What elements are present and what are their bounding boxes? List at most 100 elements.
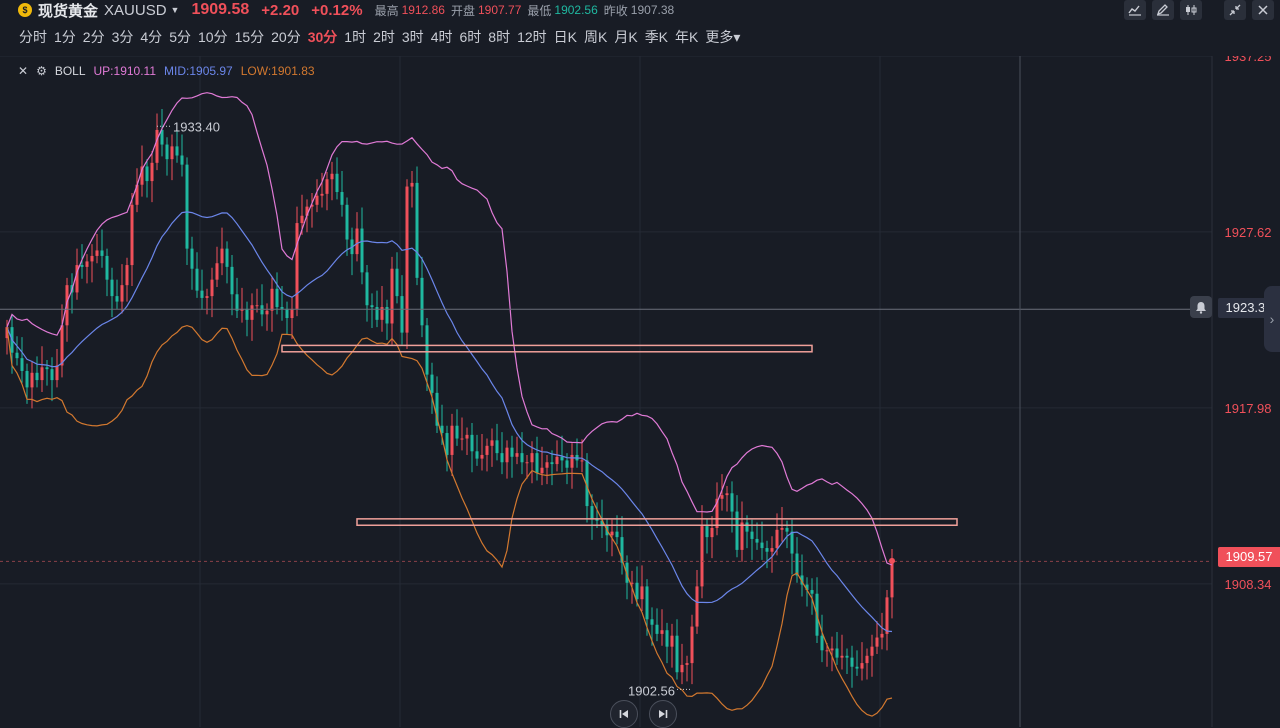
- candle-body: [105, 255, 109, 280]
- candle-body: [165, 144, 169, 160]
- last-price: 1909.58: [191, 1, 250, 18]
- timeframe-item[interactable]: 8时: [488, 27, 510, 47]
- timeframe-item[interactable]: 年K: [675, 27, 698, 47]
- candle-body: [490, 440, 494, 446]
- y-axis-tick-label: 1908.34: [1225, 577, 1272, 592]
- candle-body: [205, 296, 209, 298]
- candle-body: [285, 308, 289, 319]
- candle-body: [650, 619, 654, 625]
- candle-body: [645, 586, 649, 620]
- y-axis-tick-label: 1937.25: [1225, 56, 1272, 64]
- candle-body: [155, 129, 159, 163]
- timeframe-item[interactable]: 20分: [271, 27, 301, 47]
- timeframe-item[interactable]: 4分: [140, 27, 162, 47]
- line-chart-icon[interactable]: [1124, 0, 1146, 20]
- indicator-settings-icon[interactable]: ⚙: [36, 64, 47, 78]
- candle-body: [465, 434, 469, 439]
- timeframe-more[interactable]: 更多▾: [705, 27, 740, 47]
- candle-body: [850, 657, 854, 667]
- candle-body: [695, 586, 699, 627]
- boll-lower-line: [6, 324, 893, 717]
- price-zone-box: [281, 344, 813, 353]
- candle-body: [455, 425, 459, 439]
- candle-body: [780, 527, 784, 530]
- timeframe-item[interactable]: 日K: [554, 27, 577, 47]
- timeframe-item[interactable]: 月K: [614, 27, 637, 47]
- candle-body: [150, 162, 154, 182]
- gold-coin-icon: $: [18, 3, 32, 17]
- timeframe-item[interactable]: 12时: [517, 27, 547, 47]
- candle-body: [760, 542, 764, 549]
- boll-legend: ✕ ⚙ BOLL UP:1910.11 MID:1905.97 LOW:1901…: [18, 62, 315, 80]
- timeframe-item[interactable]: 5分: [169, 27, 191, 47]
- candle-body: [315, 195, 319, 205]
- candle-body: [320, 193, 324, 196]
- timeframe-item[interactable]: 30分: [308, 27, 338, 47]
- scroll-to-start-button[interactable]: [610, 700, 638, 728]
- candle-body: [125, 265, 129, 286]
- close-icon[interactable]: [1252, 0, 1274, 20]
- close-indicator-icon[interactable]: ✕: [18, 64, 28, 78]
- timeframe-item[interactable]: 15分: [235, 27, 265, 47]
- candle-body: [855, 666, 859, 669]
- timeframe-item[interactable]: 6时: [459, 27, 481, 47]
- candle-body: [260, 305, 264, 315]
- candle-body: [405, 186, 409, 333]
- candle-body: [655, 624, 659, 634]
- candle-body: [200, 290, 204, 298]
- candle-body: [30, 372, 34, 388]
- candle-body: [190, 248, 194, 269]
- timeframe-item[interactable]: 3分: [112, 27, 134, 47]
- candle-body: [475, 451, 479, 459]
- candle-body: [840, 655, 844, 658]
- candle-body: [705, 526, 709, 538]
- candle-body: [35, 372, 39, 381]
- candle-body: [675, 635, 679, 673]
- timeframe-item[interactable]: 2分: [83, 27, 105, 47]
- candle-body: [740, 522, 744, 550]
- candle-body: [355, 228, 359, 255]
- chart-toolbar: [1124, 0, 1274, 20]
- candle-body: [700, 526, 704, 587]
- boll-name: BOLL: [54, 64, 86, 78]
- low-label: 最低: [527, 3, 552, 18]
- timeframe-item[interactable]: 10分: [198, 27, 228, 47]
- candlestick-chart[interactable]: 1937.25 1927.62 1917.98 1908.34 1933.40 1902.…: [0, 56, 1280, 727]
- timeframe-item[interactable]: 1时: [344, 27, 366, 47]
- symbol-code[interactable]: XAUUSD: [104, 2, 167, 19]
- candle-body: [530, 453, 534, 463]
- chevron-down-icon: ▾: [733, 29, 741, 45]
- pencil-icon[interactable]: [1152, 0, 1174, 20]
- low-price-label: 1902.56: [628, 683, 675, 698]
- candle-body: [265, 310, 269, 315]
- candle-body: [415, 182, 419, 278]
- timeframe-item[interactable]: 4时: [431, 27, 453, 47]
- candle-body: [420, 277, 424, 326]
- timeframe-item[interactable]: 2时: [373, 27, 395, 47]
- candlestick-icon[interactable]: [1180, 0, 1202, 20]
- price-change-percent: +0.12%: [311, 1, 363, 19]
- scroll-to-end-button[interactable]: [649, 700, 677, 728]
- side-panel-toggle[interactable]: ›: [1264, 286, 1280, 352]
- skip-forward-icon: [659, 710, 668, 718]
- boll-mid-line: [6, 211, 893, 633]
- timeframe-item[interactable]: 季K: [645, 27, 668, 47]
- candle-body: [225, 248, 229, 267]
- timeframe-item[interactable]: 分时: [19, 27, 47, 47]
- timeframe-item[interactable]: 1分: [54, 27, 76, 47]
- candle-body: [590, 506, 594, 519]
- timeframe-item[interactable]: 周K: [584, 27, 607, 47]
- prev-close-label: 昨收: [603, 3, 628, 18]
- candle-body: [370, 305, 374, 308]
- candle-body: [290, 308, 294, 319]
- candle-body: [540, 467, 544, 474]
- candle-body: [550, 462, 554, 465]
- candle-body: [175, 146, 179, 156]
- boll-low-value: LOW:1901.83: [240, 64, 315, 78]
- symbol-dropdown-icon[interactable]: ▼: [171, 5, 180, 15]
- timeframe-item[interactable]: 3时: [402, 27, 424, 47]
- symbol-name[interactable]: 现货黄金: [38, 0, 98, 21]
- collapse-icon[interactable]: [1224, 0, 1246, 20]
- open-value: 1907.77: [477, 3, 522, 17]
- price-alert-bell-icon[interactable]: [1190, 296, 1212, 318]
